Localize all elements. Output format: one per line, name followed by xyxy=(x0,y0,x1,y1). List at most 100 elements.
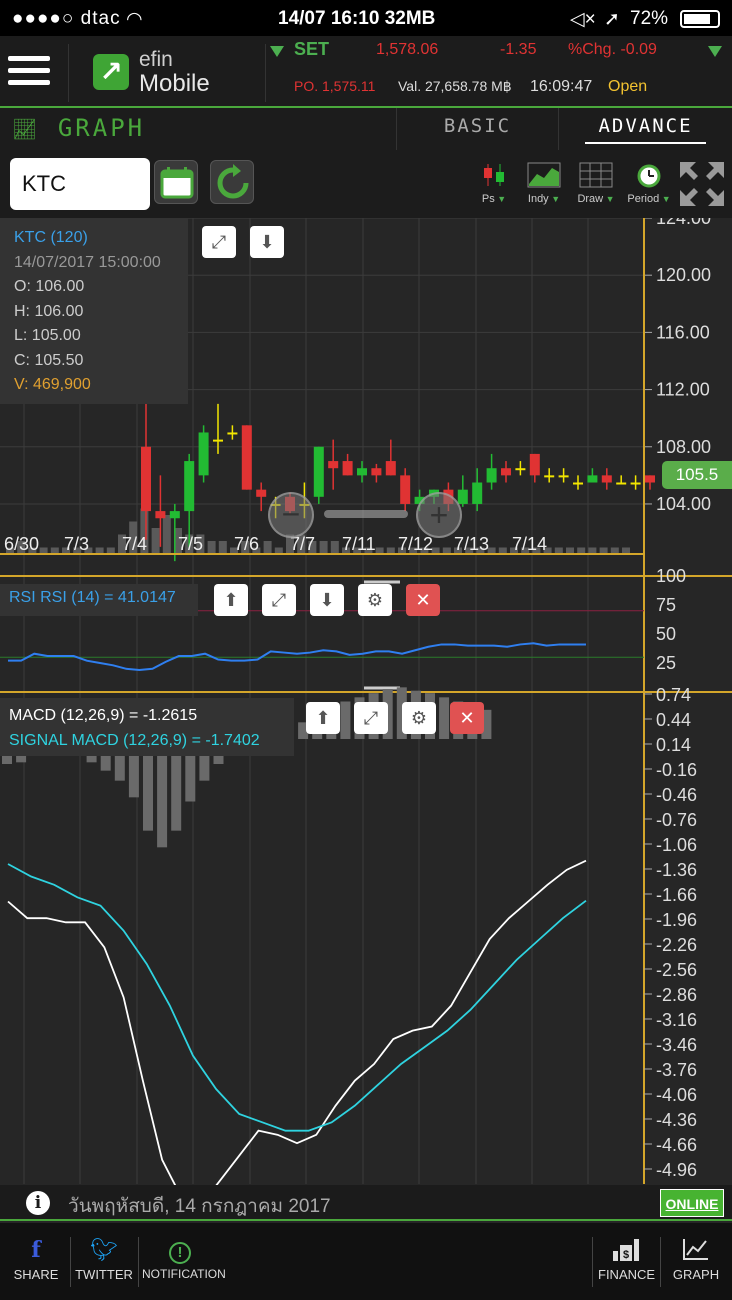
bottom-nav: f SHARE 🐦︎ TWITTER ! NOTIFICATION $ FINA… xyxy=(0,1223,732,1300)
volume-bar xyxy=(151,528,160,554)
price-tick-label: 104.00 xyxy=(656,494,711,514)
macd-expand-button[interactable]: ⤢ xyxy=(354,702,388,734)
rsi-expand-button[interactable]: ⤢ xyxy=(262,584,296,616)
market-pct-change: %Chg. -0.09 xyxy=(568,41,657,58)
nav-graph-label: GRAPH xyxy=(672,1267,720,1282)
date-tick-label: 7/3 xyxy=(64,534,89,554)
indicator-icon xyxy=(527,162,561,188)
candle-body xyxy=(357,468,367,476)
logo-text-efin: efin xyxy=(139,48,173,71)
macd-settings-button[interactable]: ⚙ xyxy=(402,702,436,734)
candle-body xyxy=(486,468,497,483)
indicator-button[interactable]: Indy xyxy=(522,162,566,205)
candle-body xyxy=(241,425,252,490)
graph-line-icon: 📈︎ xyxy=(12,117,41,141)
rsi-legend: RSI RSI (14) = 41.0147 xyxy=(0,584,198,616)
status-bar: ●●●●○ dtac ◠ 14/07 16:10 32MB ◁× ➚ 72% xyxy=(0,0,732,36)
rsi-up-button[interactable]: ⬆ xyxy=(214,584,248,616)
rsi-tick-label: 50 xyxy=(656,624,676,644)
rsi-tick-label: 25 xyxy=(656,653,676,673)
volume-bar xyxy=(263,541,272,554)
macd-up-button[interactable]: ⬆ xyxy=(306,702,340,734)
zoom-out-button[interactable]: − xyxy=(268,492,314,538)
candle-body xyxy=(616,482,627,485)
rsi-down-button[interactable]: ⬇ xyxy=(310,584,344,616)
chart-area[interactable]: 124.00 120.00 116.00 112.00 108.00 104.00 6/30… xyxy=(0,218,732,1185)
info-volume: V: 469,900 xyxy=(14,376,91,393)
projected-open: PO. 1,575.11 xyxy=(294,78,376,94)
online-status-button[interactable]: ONLINE xyxy=(660,1189,724,1217)
nav-divider xyxy=(660,1237,661,1287)
market-status: Open xyxy=(608,78,648,95)
volume-bar xyxy=(330,541,339,554)
price-pane-down-button[interactable]: ⬇ xyxy=(250,226,284,258)
expand-arrows-icon: ⤢ xyxy=(271,590,287,610)
candle-body xyxy=(472,482,483,504)
candle-body xyxy=(544,475,555,478)
price-pane-expand-button[interactable]: ⤢ xyxy=(202,226,236,258)
refresh-button[interactable] xyxy=(210,160,254,204)
nav-divider xyxy=(70,1237,71,1287)
arrow-up-icon: ⬆ xyxy=(223,590,239,610)
nav-twitter[interactable]: 🐦︎ TWITTER xyxy=(72,1223,136,1300)
facebook-icon: f xyxy=(31,1237,41,1263)
period-button[interactable]: Period xyxy=(624,162,674,205)
nav-share-label: SHARE xyxy=(13,1267,59,1282)
rsi-tick-label: 100 xyxy=(656,566,686,586)
graph-title: 📈︎ GRAPH xyxy=(12,114,145,142)
logo: ↗ efin Mobile xyxy=(68,44,266,102)
fullscreen-button[interactable] xyxy=(678,160,726,208)
menu-icon[interactable] xyxy=(8,56,50,86)
zoom-slider[interactable] xyxy=(324,510,408,518)
rsi-close-button[interactable]: ✕ xyxy=(406,584,440,616)
trade-value: Val. 27,658.78 M฿ xyxy=(398,78,512,94)
date-tick-label: 6/30 xyxy=(4,534,39,554)
candle-body xyxy=(198,432,209,476)
calendar-button[interactable] xyxy=(154,160,198,204)
macd-tick-label: -1.36 xyxy=(656,860,697,880)
macd-tick-label: -4.96 xyxy=(656,1160,697,1180)
tab-basic[interactable]: BASIC xyxy=(396,108,558,150)
info-high: H: 106.00 xyxy=(14,302,84,320)
nav-notification[interactable]: ! NOTIFICATION xyxy=(142,1223,226,1300)
macd-tick-label: 0.74 xyxy=(656,685,691,705)
minus-icon: − xyxy=(281,496,301,532)
macd-tick-label: -3.16 xyxy=(656,1010,697,1030)
nav-graph[interactable]: GRAPH xyxy=(666,1223,726,1300)
nav-finance[interactable]: $ FINANCE xyxy=(598,1223,655,1300)
nav-divider xyxy=(592,1237,593,1287)
macd-histogram-bar xyxy=(439,697,450,739)
nav-share[interactable]: f SHARE xyxy=(6,1223,66,1300)
market-ticker[interactable]: SET 1,578.06 -1.35 %Chg. -0.09 PO. 1,575… xyxy=(268,36,732,106)
macd-tick-label: -4.36 xyxy=(656,1110,697,1130)
date-tick-label: 7/4 xyxy=(122,534,147,554)
zoom-in-button[interactable]: + xyxy=(416,492,462,538)
price-style-button[interactable]: Ps xyxy=(474,162,514,205)
tab-advance[interactable]: ADVANCE xyxy=(558,108,732,150)
app-header: ↗ efin Mobile SET 1,578.06 -1.35 %Chg. -… xyxy=(0,36,732,106)
symbol-input[interactable] xyxy=(10,158,150,210)
logo-arrow-icon: ↗ xyxy=(93,54,129,90)
nav-divider xyxy=(138,1237,139,1287)
graph-tab-bar: 📈︎ GRAPH BASIC ADVANCE xyxy=(0,106,732,150)
macd-tick-label: -3.76 xyxy=(656,1060,697,1080)
macd-tick-label: -2.86 xyxy=(656,985,697,1005)
period-label: Period xyxy=(624,193,674,205)
draw-button[interactable]: Draw xyxy=(572,162,620,205)
ticker-dropdown-icon[interactable] xyxy=(708,46,722,57)
candle-body xyxy=(529,453,540,476)
rsi-settings-button[interactable]: ⚙ xyxy=(358,584,392,616)
candle-body xyxy=(385,461,396,476)
info-symbol-title: KTC (120) xyxy=(14,229,88,246)
info-datetime: 14/07/2017 15:00:00 xyxy=(14,253,161,271)
volume-bar xyxy=(218,541,227,554)
info-icon[interactable]: i xyxy=(26,1191,50,1215)
macd-tick-label: 0.44 xyxy=(656,710,691,730)
candle-body xyxy=(169,511,180,519)
date-tick-label: 7/6 xyxy=(234,534,259,554)
wifi-icon: ◠ xyxy=(126,9,143,30)
macd-close-button[interactable]: ✕ xyxy=(450,702,484,734)
candle-body xyxy=(601,475,612,483)
price-tick-label: 108.00 xyxy=(656,437,711,457)
nav-twitter-label: TWITTER xyxy=(75,1267,133,1282)
